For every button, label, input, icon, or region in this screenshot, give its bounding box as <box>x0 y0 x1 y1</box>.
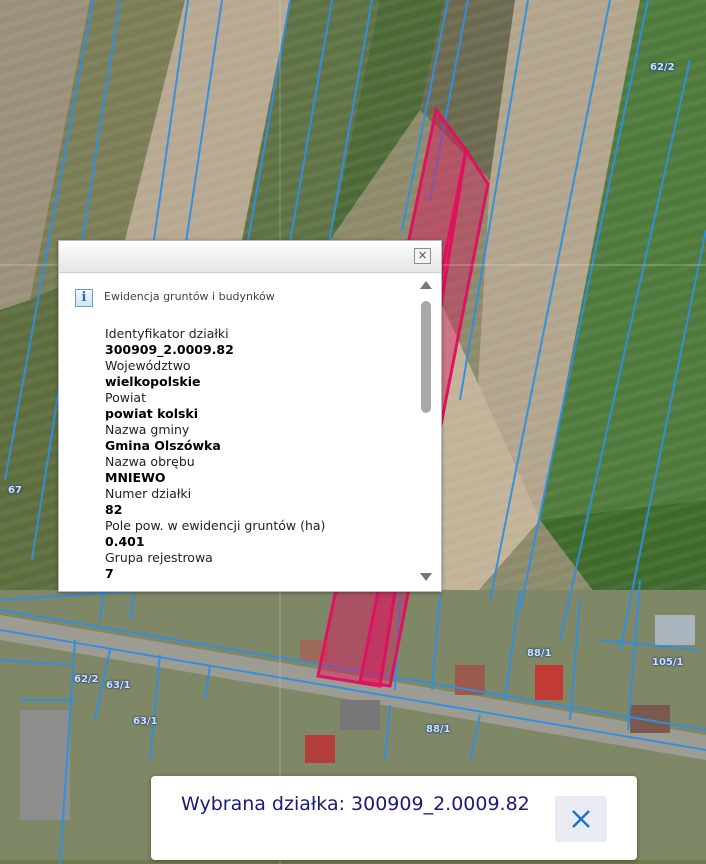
info-icon: i <box>75 289 93 307</box>
parcel-label: 62/2 <box>650 62 675 73</box>
layer-name: Ewidencja gruntów i budynków <box>104 290 275 303</box>
attr-value: 82 <box>105 502 123 517</box>
scroll-up-arrow-icon[interactable] <box>420 281 432 289</box>
popup-scrollbar[interactable] <box>419 277 433 589</box>
selected-parcel-text: Wybrana działka: 300909_2.0009.82 <box>181 793 530 815</box>
attr-label: Grupa rejestrowa <box>105 550 213 565</box>
attr-value: 300909_2.0009.82 <box>105 342 234 357</box>
parcel-label: 63/1 <box>106 680 131 691</box>
attr-label: Numer działki <box>105 486 192 501</box>
attr-label: Nazwa gminy <box>105 422 190 437</box>
attr-value: wielkopolskie <box>105 374 201 389</box>
parcel-label: 67 <box>8 485 22 496</box>
attr-value: 7 <box>105 566 114 581</box>
popup-header: × <box>59 241 441 273</box>
attr-label: Nazwa obrębu <box>105 454 195 469</box>
attr-value: MNIEWO <box>105 470 166 485</box>
attr-label: Powiat <box>105 390 146 405</box>
attr-label: Identyfikator działki <box>105 326 229 341</box>
attr-label: Województwo <box>105 358 191 373</box>
attr-value: Gmina Olszówka <box>105 438 221 453</box>
popup-body[interactable]: i Ewidencja gruntów i budynków Identyfik… <box>59 273 441 591</box>
parcel-label: 62/2 <box>74 674 99 685</box>
scroll-down-arrow-icon[interactable] <box>420 573 432 581</box>
attribute-list: Identyfikator działki 300909_2.0009.82 W… <box>105 326 405 582</box>
attr-value: 0.401 <box>105 534 145 549</box>
parcel-label: 105/1 <box>652 657 684 668</box>
attr-label: Pole pow. w ewidencji gruntów (ha) <box>105 518 326 533</box>
parcel-label: 88/1 <box>426 724 451 735</box>
selection-bar: Wybrana działka: 300909_2.0009.82 <box>151 776 637 860</box>
popup-close-button[interactable]: × <box>414 248 431 264</box>
parcel-label: 63/1 <box>133 716 158 727</box>
attr-value: powiat kolski <box>105 406 199 421</box>
scroll-thumb[interactable] <box>421 301 431 413</box>
parcel-label: 88/1 <box>527 648 552 659</box>
parcel-info-popup: × i Ewidencja gruntów i budynków Identyf… <box>58 240 442 592</box>
selection-close-button[interactable] <box>555 796 607 842</box>
close-icon <box>572 810 590 828</box>
